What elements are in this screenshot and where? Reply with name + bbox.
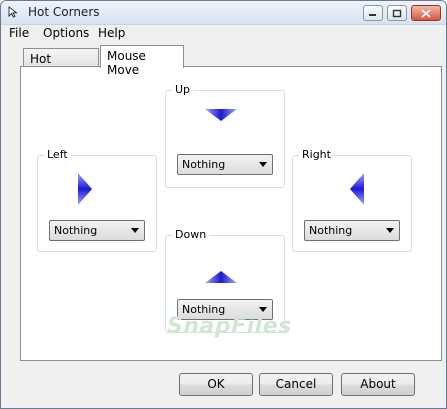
group-left: Left Nothing: [37, 148, 157, 252]
group-down-label: Down: [172, 228, 210, 241]
minimize-button[interactable]: [363, 5, 383, 21]
arrow-up-triangle-icon: [205, 109, 237, 121]
arrow-left-triangle-icon: [350, 173, 364, 205]
tab-mouse-move[interactable]: Mouse Move: [100, 45, 184, 77]
maximize-button[interactable]: [387, 5, 407, 21]
group-right: Right Nothing: [292, 148, 412, 252]
up-action-value: Nothing: [182, 158, 226, 171]
up-action-select[interactable]: Nothing: [177, 154, 273, 175]
chevron-down-icon: [386, 228, 394, 233]
arrow-down-triangle-icon: [205, 271, 237, 283]
menu-file[interactable]: File: [9, 26, 29, 40]
right-action-value: Nothing: [309, 224, 353, 237]
menu-help[interactable]: Help: [98, 26, 125, 40]
left-action-value: Nothing: [54, 224, 98, 237]
cursor-arrow-icon: [8, 6, 18, 18]
left-action-select[interactable]: Nothing: [49, 220, 145, 241]
chevron-down-icon: [259, 162, 267, 167]
group-right-label: Right: [299, 148, 334, 161]
group-up-label: Up: [172, 83, 194, 96]
ok-button[interactable]: OK: [179, 373, 253, 396]
right-action-select[interactable]: Nothing: [304, 220, 400, 241]
cancel-button[interactable]: Cancel: [259, 373, 333, 396]
about-button[interactable]: About: [341, 373, 415, 396]
menu-bar: File Options Help: [1, 25, 446, 43]
close-button[interactable]: [411, 5, 441, 21]
snapfiles-watermark: SnapFiles: [167, 314, 292, 339]
window-title: Hot Corners: [28, 5, 100, 19]
close-icon: [421, 8, 431, 18]
hot-corners-window: Hot Corners File Options Help Hot Corner…: [0, 0, 447, 409]
title-bar[interactable]: Hot Corners: [1, 1, 446, 25]
menu-options[interactable]: Options: [43, 26, 89, 40]
maximize-icon: [392, 9, 402, 17]
group-up: Up Nothing: [165, 83, 285, 188]
chevron-down-icon: [259, 307, 267, 312]
minimize-icon: [369, 14, 376, 16]
chevron-down-icon: [131, 228, 139, 233]
arrow-right-triangle-icon: [78, 173, 92, 205]
group-left-label: Left: [44, 148, 71, 161]
